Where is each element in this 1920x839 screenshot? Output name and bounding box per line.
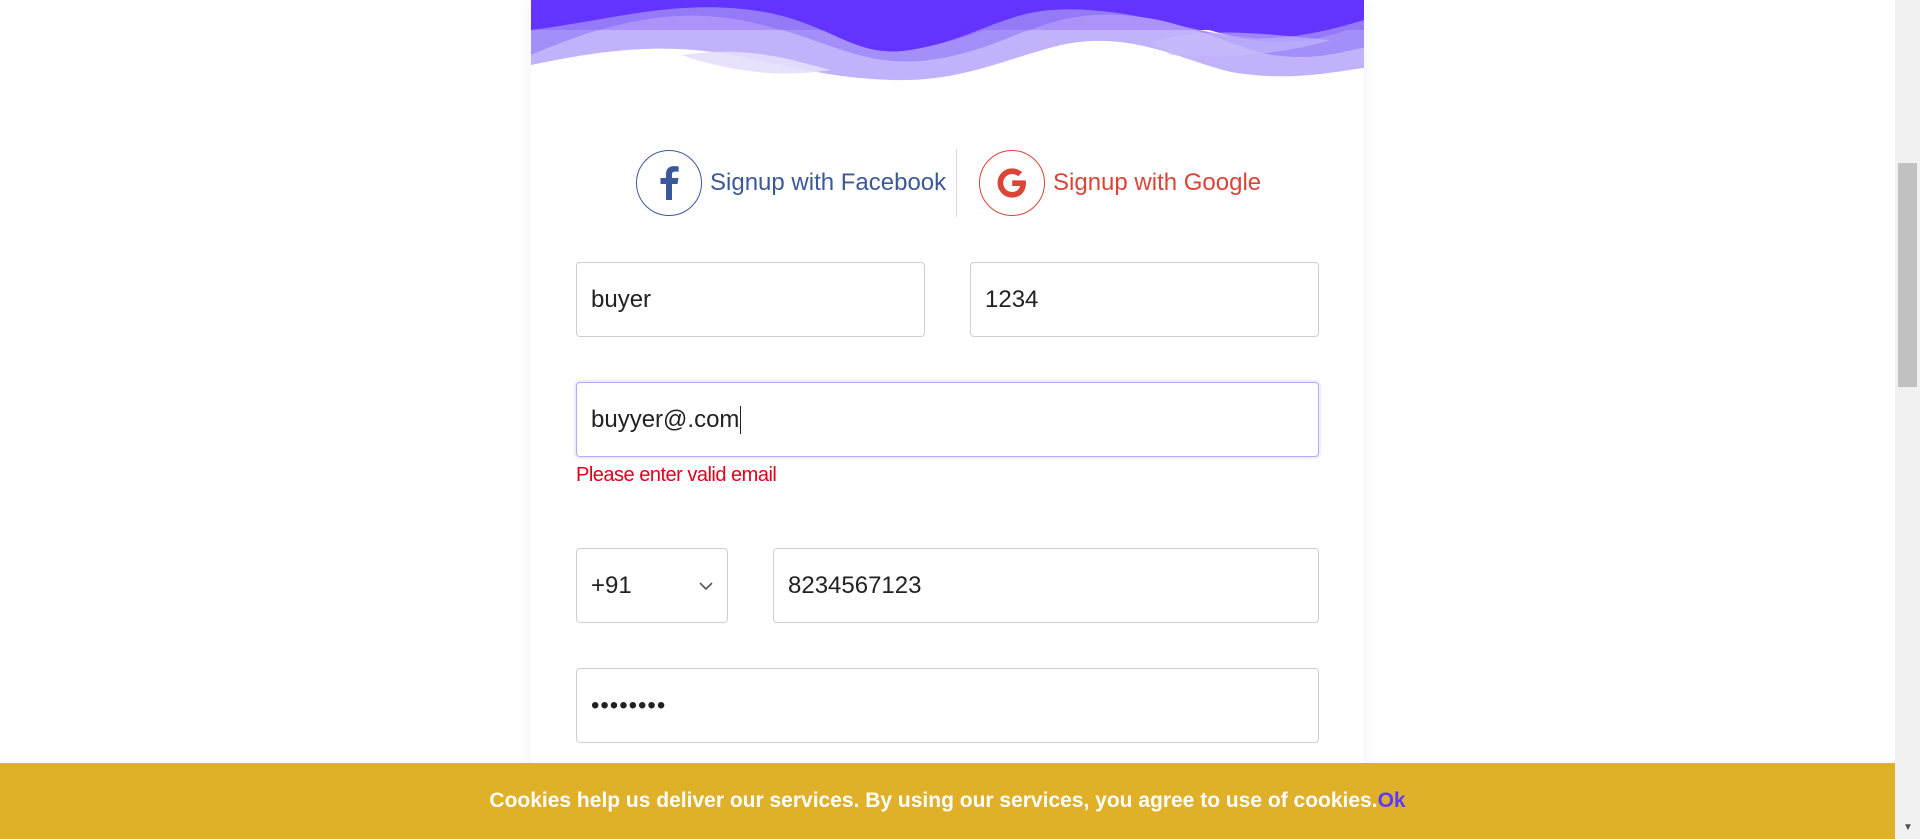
last-name-input[interactable]: 1234 [970,262,1319,337]
social-divider [956,149,957,217]
signup-facebook-label: Signup with Facebook [710,169,947,196]
signup-google-button[interactable]: Signup with Google [979,149,1261,217]
cookie-ok-button[interactable]: Ok [1378,789,1406,813]
first-name-value: buyer [591,285,652,313]
email-value: buyyer@.com [591,405,740,433]
last-name-value: 1234 [985,285,1039,313]
page: Signup with Facebook Signup with Google … [0,0,1920,839]
signup-card: Signup with Facebook Signup with Google … [531,0,1364,839]
header-wave [531,0,1364,81]
cookie-consent-bar: Cookies help us deliver our services. By… [0,763,1895,839]
email-error-message: Please enter valid email [576,464,777,486]
cookie-message: Cookies help us deliver our services. By… [489,789,1378,812]
text-caret [740,405,742,434]
scrollbar-thumb[interactable] [1898,163,1917,387]
phone-input[interactable]: 8234567123 [773,548,1319,623]
country-code-select[interactable]: +91 [576,548,728,623]
facebook-icon [636,150,702,216]
first-name-input[interactable]: buyer [576,262,925,337]
password-input[interactable]: •••••••• [576,668,1319,743]
google-icon [979,150,1045,216]
phone-value: 8234567123 [788,571,922,599]
social-signup-row: Signup with Facebook Signup with Google [531,149,1364,217]
vertical-scrollbar[interactable] [1895,0,1920,839]
chevron-down-icon [699,578,713,594]
signup-google-label: Signup with Google [1053,169,1262,196]
password-value: •••••••• [591,691,667,719]
signup-facebook-button[interactable]: Signup with Facebook [636,149,946,217]
country-code-value: +91 [591,571,632,599]
email-field[interactable]: buyyer@.com [576,382,1319,457]
scroll-down-arrow-icon[interactable]: ▼ [1899,821,1917,835]
